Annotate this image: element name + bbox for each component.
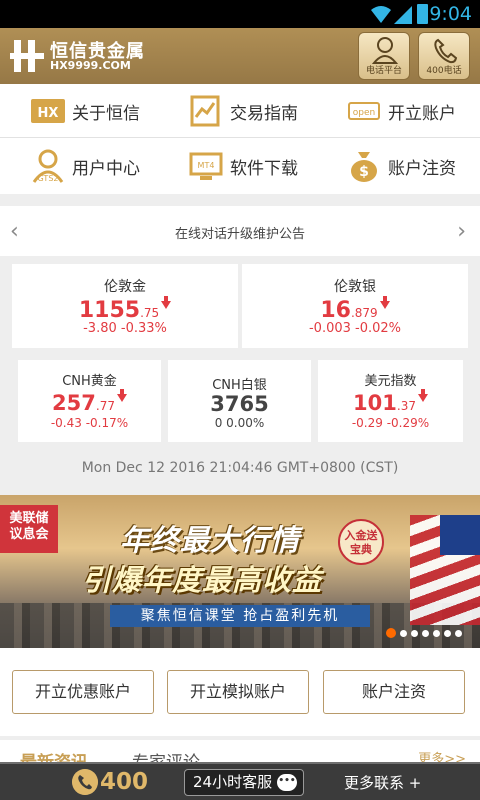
- notice-carousel[interactable]: ‹ 在线对话升级维护公告 ›: [0, 206, 480, 256]
- open-promo-account-button[interactable]: 开立优惠账户: [12, 670, 154, 714]
- menu-download[interactable]: MT4 软件下载: [188, 139, 298, 193]
- chat-bubble-icon: •••: [277, 774, 297, 791]
- bottom-contact-bar: 400 24小时客服 ••• 更多联系 +: [0, 762, 480, 800]
- app-header: 恒信贵金属 HX9999.COM 电话平台 400电话: [0, 28, 480, 84]
- deposit-button[interactable]: 账户注资: [323, 670, 465, 714]
- quote-name: 美元指数: [364, 374, 417, 389]
- banner-seal: 入金送宝典: [338, 519, 384, 565]
- hotline-400-button[interactable]: 400电话: [418, 32, 470, 80]
- carousel-dot[interactable]: [433, 630, 440, 637]
- quote-change: 0 0.00%: [214, 416, 265, 430]
- quote-price: 101.37: [318, 389, 463, 415]
- quote-change: -0.43 -0.17%: [50, 416, 129, 430]
- arrow-down-icon: [161, 296, 172, 309]
- svg-text:$: $: [359, 164, 369, 180]
- quote-name: 伦敦金: [104, 279, 146, 295]
- quote-price: 16.879: [242, 296, 468, 323]
- quote-name: CNH黄金: [62, 374, 117, 389]
- arrow-down-icon: [417, 389, 428, 402]
- chart-icon: [190, 95, 220, 127]
- quote-price: 257.77: [18, 389, 161, 415]
- carousel-indicator[interactable]: [382, 628, 462, 638]
- mt4-monitor-icon: MT4: [189, 152, 223, 180]
- open-demo-account-button[interactable]: 开立模拟账户: [167, 670, 309, 714]
- quick-menu-row: GTS2 用户中心 MT4 软件下载 $ 账户注资: [0, 139, 480, 193]
- chevron-right-icon[interactable]: ›: [457, 219, 466, 244]
- gts2-user-icon: GTS2: [32, 149, 64, 183]
- banner-tag: 美联储议息会: [0, 505, 58, 553]
- banner-headline: 年终最大行情: [120, 523, 301, 557]
- hotline-400-label: 400电话: [426, 66, 462, 76]
- menu-guide-label: 交易指南: [230, 103, 298, 124]
- banner-strip: 聚焦恒信课堂 抢占盈利先机: [110, 605, 370, 627]
- more-contact-button[interactable]: 更多联系 +: [344, 772, 421, 793]
- money-bag-icon: $: [351, 152, 377, 182]
- quick-menu: HX 关于恒信 交易指南 open 开立账户 GTS2 用户中心 MT4 软件下…: [0, 84, 480, 194]
- menu-download-label: 软件下载: [230, 158, 298, 179]
- status-time: 9:04: [429, 3, 472, 25]
- quote-card-cnh-silver[interactable]: CNH白银 3765 0 0.00%: [168, 360, 311, 442]
- user-icon: [372, 37, 398, 64]
- quote-card-cnh-gold[interactable]: CNH黄金 257.77 -0.43 -0.17%: [18, 360, 161, 442]
- open-sign-icon: open: [348, 102, 380, 120]
- quote-change: -3.80 -0.33%: [83, 321, 167, 336]
- brand-site: HX9999.COM: [50, 59, 131, 72]
- menu-guide[interactable]: 交易指南: [188, 84, 298, 138]
- phone-icon: [72, 769, 98, 795]
- brand-logo: [10, 40, 44, 72]
- carousel-dot[interactable]: [422, 630, 429, 637]
- banner-subheadline: 引爆年度最高收益: [82, 563, 323, 597]
- carousel-dot[interactable]: [444, 630, 451, 637]
- quote-price: 3765: [210, 392, 269, 416]
- menu-about-label: 关于恒信: [72, 103, 140, 124]
- menu-open-account-label: 开立账户: [388, 103, 456, 124]
- banner-flag-canton: [440, 515, 480, 555]
- quote-card-dollar-index[interactable]: 美元指数 101.37 -0.29 -0.29%: [318, 360, 463, 442]
- quote-timestamp: Mon Dec 12 2016 21:04:46 GMT+0800 (CST): [81, 460, 399, 476]
- svg-text:HX: HX: [38, 106, 59, 121]
- phone-icon: [434, 38, 458, 64]
- promo-banner[interactable]: 美联储议息会 年终最大行情 入金送宝典 引爆年度最高收益 聚焦恒信课堂 抢占盈利…: [0, 495, 480, 648]
- menu-user-center-label: 用户中心: [72, 158, 140, 179]
- menu-open-account[interactable]: open 开立账户: [346, 84, 456, 138]
- arrow-down-icon: [379, 296, 390, 309]
- quote-name: CNH白银: [212, 378, 267, 393]
- account-actions: 开立优惠账户 开立模拟账户 账户注资: [0, 648, 480, 736]
- arrow-down-icon: [116, 389, 127, 402]
- hotline-400-link[interactable]: 400: [100, 769, 148, 795]
- quote-change: -0.003 -0.02%: [308, 321, 402, 336]
- battery-icon: [417, 4, 428, 24]
- quote-card-london-gold[interactable]: 伦敦金 1155.75 -3.80 -0.33%: [12, 264, 238, 348]
- svg-text:MT4: MT4: [198, 161, 215, 170]
- carousel-dot[interactable]: [411, 630, 418, 637]
- signal-icon: [394, 6, 412, 24]
- phone-platform-button[interactable]: 电话平台: [358, 32, 410, 80]
- customer-service-button[interactable]: 24小时客服 •••: [184, 769, 304, 796]
- hx-icon: HX: [31, 99, 65, 123]
- carousel-dot[interactable]: [455, 630, 462, 637]
- customer-service-label: 24小时客服: [193, 773, 273, 791]
- quote-name: 伦敦银: [334, 279, 376, 295]
- menu-user-center[interactable]: GTS2 用户中心: [30, 139, 140, 193]
- menu-deposit-label: 账户注资: [388, 158, 456, 179]
- phone-platform-label: 电话平台: [365, 66, 402, 76]
- carousel-dot-active[interactable]: [386, 628, 396, 638]
- wifi-icon: [371, 6, 391, 23]
- svg-text:open: open: [353, 108, 375, 118]
- quick-menu-row: HX 关于恒信 交易指南 open 开立账户: [0, 84, 480, 138]
- quote-price: 1155.75: [12, 296, 238, 323]
- quote-change: -0.29 -0.29%: [351, 416, 430, 430]
- status-bar: 9:04: [0, 0, 480, 28]
- menu-deposit[interactable]: $ 账户注资: [346, 139, 456, 193]
- menu-about[interactable]: HX 关于恒信: [30, 84, 140, 138]
- svg-text:GTS2: GTS2: [38, 174, 59, 183]
- quote-card-london-silver[interactable]: 伦敦银 16.879 -0.003 -0.02%: [242, 264, 468, 348]
- notice-text[interactable]: 在线对话升级维护公告: [0, 223, 480, 242]
- carousel-dot[interactable]: [400, 630, 407, 637]
